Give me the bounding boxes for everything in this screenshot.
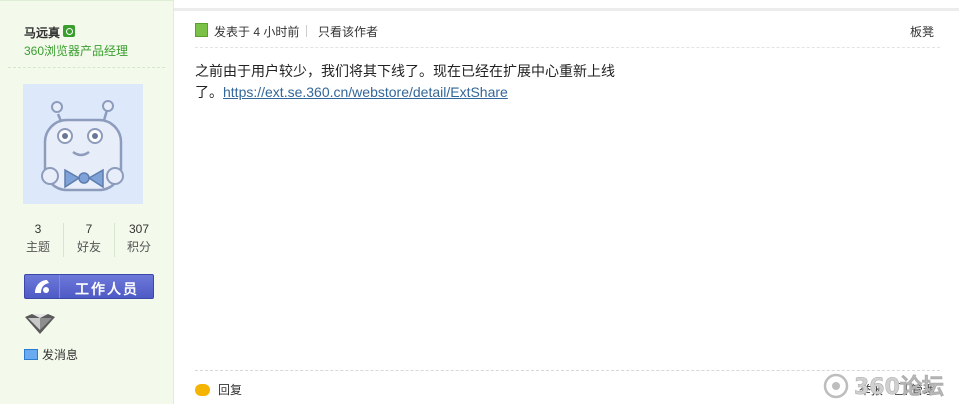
posted-time: 4 小时前 <box>253 25 300 39</box>
reply-label: 回复 <box>218 383 243 397</box>
header-divider <box>306 25 307 37</box>
staff-icon <box>25 275 60 298</box>
posted-prefix: 发表于 <box>214 25 251 39</box>
stat-label: 积分 <box>126 240 151 254</box>
user-sidebar: 马远真 360浏览器产品经理 3 主题 7 好友 307 积分 工作人员 发消息 <box>0 0 174 404</box>
watermark-text: 360论坛 <box>854 374 944 400</box>
username[interactable]: 马远真 <box>24 24 60 41</box>
staff-badge-label: 工作人员 <box>75 281 139 297</box>
stat-topics[interactable]: 3 主题 <box>13 220 63 256</box>
watermark: 360论坛 <box>822 366 959 404</box>
send-message-link[interactable]: 发消息 <box>24 346 78 363</box>
staff-badge: 工作人员 <box>24 274 154 299</box>
post-top-border <box>174 8 959 11</box>
post-content: 之前由于用户较少，我们将其下线了。现在已经在扩展中心重新上线了。https://… <box>195 61 635 103</box>
user-stats: 3 主题 7 好友 307 积分 <box>13 220 163 260</box>
floor-label[interactable]: 板凳 <box>910 23 934 40</box>
avatar[interactable] <box>23 84 143 204</box>
post-header: 发表于 4 小时前 只看该作者 板凳 <box>195 22 940 42</box>
robot-avatar-icon <box>41 100 124 192</box>
stat-friends[interactable]: 7 好友 <box>64 220 114 256</box>
envelope-icon <box>24 349 38 360</box>
sidebar-divider <box>8 67 165 68</box>
reply-button[interactable]: 回复 <box>195 381 242 398</box>
reply-bubble-icon <box>195 384 210 396</box>
stat-value: 307 <box>128 222 150 236</box>
header-rule <box>195 47 940 48</box>
stat-value: 3 <box>34 222 42 236</box>
send-message-label: 发消息 <box>42 348 79 362</box>
post-time: 发表于 4 小时前 <box>214 23 299 40</box>
stat-points[interactable]: 307 积分 <box>114 220 164 256</box>
diamond-medal-icon <box>24 313 56 338</box>
only-author-link[interactable]: 只看该作者 <box>318 23 378 40</box>
stat-value: 7 <box>85 222 93 236</box>
extension-link[interactable]: https://ext.se.360.cn/webstore/detail/Ex… <box>223 84 508 100</box>
stat-label: 主题 <box>25 240 50 254</box>
online-status-icon <box>195 23 208 37</box>
user-title: 360浏览器产品经理 <box>24 44 129 58</box>
verified-icon <box>63 25 75 37</box>
stat-label: 好友 <box>76 240 101 254</box>
sidebar-top-rule <box>0 0 173 1</box>
